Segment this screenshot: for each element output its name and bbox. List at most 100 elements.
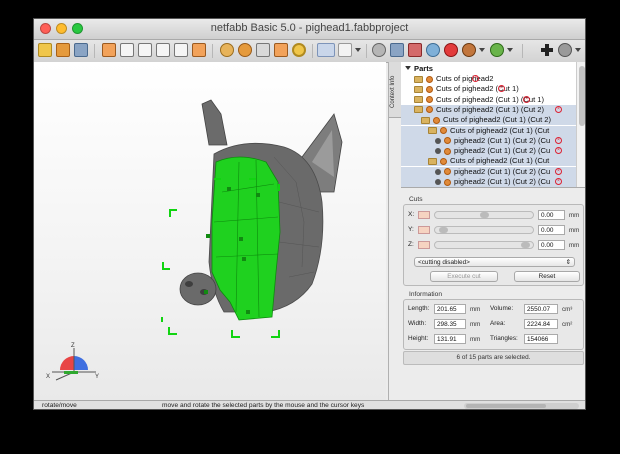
selection-status: 6 of 15 parts are selected. [403, 351, 584, 365]
mesh-dot-icon [435, 179, 441, 185]
view-fit-icon[interactable] [256, 43, 270, 57]
axis-widget: Z X Y [46, 343, 99, 381]
select-menu-icon[interactable] [338, 43, 352, 57]
remove-part-icon[interactable]: × [497, 85, 505, 93]
remove-part-icon[interactable]: × [555, 167, 562, 175]
pighead-model[interactable]: Z X Y [34, 62, 386, 400]
tree-item[interactable]: Cuts of pighead2 (Cut 1) (Cut [401, 156, 576, 167]
information-title: Information [409, 291, 442, 298]
move-icon[interactable] [372, 43, 386, 57]
tree-item[interactable]: Cuts of pighead2 (Cut 1) (Cut 1) × [401, 95, 544, 105]
height-unit: mm [470, 336, 481, 343]
remove-part-icon[interactable]: × [555, 105, 562, 113]
tree-item-label: pighead2 (Cut 1) (Cut 2) (Cu [454, 135, 551, 145]
tree-item-label: Cuts of pighead2 (Cut 1) (Cut [450, 156, 550, 166]
part-icon [444, 137, 451, 145]
tree-item[interactable]: Cuts of pighead2 (Cut 1) (Cut 2) × [401, 104, 576, 115]
status-scrollbar[interactable] [464, 403, 579, 409]
cut-axis-checkbox[interactable] [418, 211, 430, 219]
remove-part-icon[interactable]: × [555, 147, 562, 155]
extras-icon[interactable] [490, 43, 504, 57]
select-dropdown-icon[interactable] [355, 48, 361, 52]
area-unit: cm² [562, 321, 573, 328]
execute-cut-button[interactable]: Execute cut [430, 271, 498, 282]
toolbar-separator [522, 44, 523, 58]
remove-part-icon[interactable]: × [555, 178, 562, 185]
cutting-mode-select[interactable]: <cutting disabled> ⇕ [414, 257, 575, 267]
cut-axis-checkbox[interactable] [418, 241, 430, 249]
folder-icon [428, 127, 437, 134]
view-front-icon[interactable] [102, 43, 116, 57]
width-unit: mm [470, 321, 481, 328]
tree-item[interactable]: Cuts of pighead2 × [401, 74, 493, 84]
tree-scroll-thumb[interactable] [579, 66, 585, 126]
status-scroll-thumb[interactable] [466, 404, 546, 408]
volume-label: Volume: [490, 305, 514, 312]
part-group-icon [440, 127, 447, 134]
tree-item-label: Cuts of pighead2 (Cut 1) [436, 84, 519, 94]
pig-snout [179, 272, 217, 306]
settings-dropdown-icon[interactable] [575, 48, 581, 52]
cut-axis-slider[interactable] [434, 226, 534, 234]
folder-icon [414, 85, 423, 93]
tree-item[interactable]: pighead2 (Cut 1) (Cut 2) (Cu × [401, 166, 576, 177]
tree-item[interactable]: Cuts of pighead2 (Cut 1) × [401, 84, 519, 94]
tree-item[interactable]: Cuts of pighead2 (Cut 1) (Cut 2) [401, 115, 576, 126]
repair-icon[interactable] [426, 43, 440, 57]
scale-icon[interactable] [408, 43, 422, 57]
3d-viewport[interactable]: Z X Y [34, 62, 386, 400]
length-label: Length: [408, 305, 430, 312]
tree-item-label: Cuts of pighead2 (Cut 1) (Cut 2) [436, 104, 545, 114]
triangles-value: 154066 [524, 334, 558, 344]
zoom-icon[interactable] [292, 43, 306, 57]
select-arrow-icon[interactable] [317, 43, 335, 57]
open-icon[interactable] [38, 43, 52, 57]
color-icon[interactable] [444, 43, 458, 57]
analysis-dropdown-icon[interactable] [479, 48, 485, 52]
save-icon[interactable] [74, 43, 88, 57]
view-left-icon[interactable] [138, 43, 152, 57]
status-hint: move and rotate the selected parts by th… [162, 402, 365, 409]
reset-button[interactable]: Reset [514, 271, 580, 282]
triangles-label: Triangles: [490, 335, 518, 342]
add-part-icon[interactable] [540, 43, 554, 57]
analysis-icon[interactable] [462, 43, 476, 57]
extras-dropdown-icon[interactable] [507, 48, 513, 52]
window-title: netfabb Basic 5.0 - pighead1.fabbproject [210, 22, 409, 34]
tree-item[interactable]: Cuts of pighead2 (Cut 1) (Cut [401, 125, 576, 136]
view-right-icon[interactable] [156, 43, 170, 57]
view-top-icon[interactable] [174, 43, 188, 57]
view-back-icon[interactable] [120, 43, 134, 57]
remove-part-icon[interactable]: × [555, 136, 562, 144]
zoom-selection-icon[interactable] [220, 43, 234, 57]
remove-part-icon[interactable]: × [523, 95, 531, 103]
rotate-icon[interactable] [390, 43, 404, 57]
cut-axis-slider[interactable] [434, 211, 534, 219]
tree-item-label: Cuts of pighead2 [436, 74, 494, 83]
part-group-icon [426, 106, 433, 114]
tree-item[interactable]: pighead2 (Cut 1) (Cut 2) (Cu × [401, 146, 576, 157]
tree-item-label: pighead2 (Cut 1) (Cut 2) (Cu [454, 177, 551, 186]
settings-icon[interactable] [558, 43, 572, 57]
tree-item[interactable]: pighead2 (Cut 1) (Cut 2) (Cu × [401, 177, 576, 187]
import-icon[interactable] [56, 43, 70, 57]
slider-knob[interactable] [521, 242, 530, 248]
tree-item[interactable]: pighead2 (Cut 1) (Cut 2) (Cu × [401, 135, 576, 146]
status-mode: rotate/move [42, 402, 77, 409]
tree-item-label: pighead2 (Cut 1) (Cut 2) (Cu [454, 166, 551, 176]
cut-axis-slider[interactable] [434, 241, 534, 249]
slider-knob[interactable] [439, 227, 448, 233]
tree-scrollbar[interactable] [576, 62, 585, 187]
cuts-title: Cuts [409, 196, 423, 203]
view-reset-icon[interactable] [274, 43, 288, 57]
view-bottom-icon[interactable] [192, 43, 206, 57]
information-group: Length: 201.65 mm Volume: 2550.07 cm³ Wi… [403, 299, 584, 350]
height-value: 131.91 [434, 334, 466, 344]
cut-axis-checkbox[interactable] [418, 226, 430, 234]
slider-knob[interactable] [480, 212, 489, 218]
zoom-all-icon[interactable] [238, 43, 252, 57]
cut-axis-value[interactable]: 0.00 [538, 240, 565, 250]
cut-axis-value[interactable]: 0.00 [538, 225, 565, 235]
cut-axis-value[interactable]: 0.00 [538, 210, 565, 220]
parts-tree[interactable]: Parts Cuts of pighead2 × Cuts of pighead2 … [401, 62, 585, 188]
